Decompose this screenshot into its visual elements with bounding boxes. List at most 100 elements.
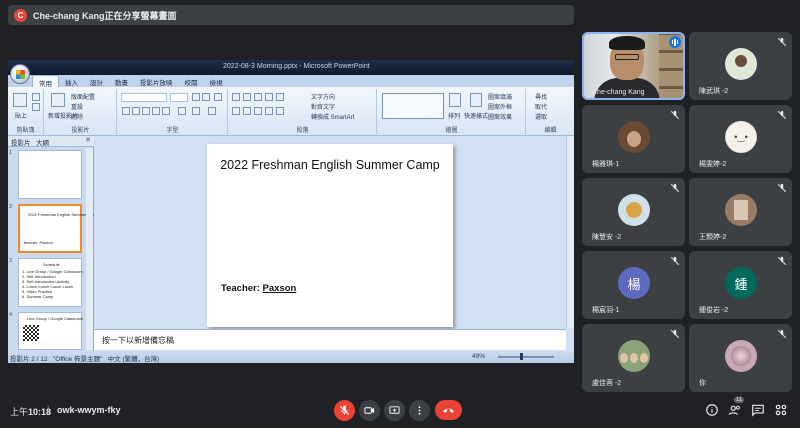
participant-name: 陳武琪 -2 — [699, 88, 729, 95]
columns-icon[interactable] — [276, 107, 284, 115]
participant-tile[interactable]: 楊 楊宸羽-1 — [582, 251, 685, 319]
ribbon-tab-animations[interactable]: 動畫 — [109, 75, 134, 87]
slide-edit-area: 2022 Freshman English Summer Camp Teache… — [94, 136, 566, 328]
meeting-info-icon[interactable] — [705, 403, 719, 417]
find-button[interactable]: 尋找 — [535, 92, 547, 101]
thumb-number: 1 — [9, 150, 13, 156]
underline-icon[interactable] — [142, 107, 150, 115]
teacher-label: Teacher: — [221, 283, 263, 294]
quick-styles-icon[interactable] — [470, 93, 482, 107]
people-icon[interactable] — [728, 403, 742, 417]
quick-styles-label[interactable]: 快速樣式 — [464, 111, 488, 120]
panel-scrollbar[interactable] — [86, 148, 93, 350]
align-left-icon[interactable] — [232, 107, 240, 115]
shape-fill-button[interactable]: 圖案填滿 — [488, 92, 512, 101]
font-size-field[interactable] — [170, 93, 188, 102]
panel-tab-outline[interactable]: 大綱 — [36, 137, 49, 147]
participant-tile-presenter[interactable]: Che-chang Kang — [582, 32, 685, 100]
mic-toggle-button[interactable] — [334, 400, 355, 421]
strikethrough-icon[interactable] — [152, 107, 160, 115]
activities-icon[interactable] — [774, 403, 788, 417]
change-case-icon[interactable] — [192, 107, 200, 115]
slide-thumbnail-2[interactable]: 2022 Freshman English Summer Camp Teache… — [18, 204, 98, 253]
current-slide[interactable]: 2022 Freshman English Summer Camp Teache… — [207, 144, 453, 327]
bold-icon[interactable] — [122, 107, 130, 115]
participant-name: 鍾俊岩 -2 — [699, 307, 729, 314]
line-spacing-icon[interactable] — [276, 93, 284, 101]
align-right-icon[interactable] — [254, 107, 262, 115]
justify-icon[interactable] — [265, 107, 273, 115]
shrink-font-icon[interactable] — [202, 93, 210, 101]
mic-off-icon — [670, 256, 680, 266]
ribbon-tab-design[interactable]: 設計 — [84, 75, 109, 87]
participant-tile-self[interactable]: 你 — [689, 324, 792, 392]
participant-tile[interactable]: •‿• 楊雯婷-2 — [689, 105, 792, 173]
office-button-icon[interactable] — [10, 64, 30, 84]
clear-format-icon[interactable] — [214, 93, 222, 101]
participant-tile[interactable]: 陳慧安 -2 — [582, 178, 685, 246]
align-text-button[interactable]: 對齊文字 — [311, 102, 335, 111]
ribbon-tab-home[interactable]: 常用 — [32, 75, 59, 88]
camera-toggle-button[interactable] — [359, 400, 380, 421]
zoom-slider[interactable] — [498, 356, 554, 358]
slide-thumbnail-4[interactable]: Line Group / Google Classroom — [18, 312, 83, 350]
cut-icon[interactable] — [32, 93, 40, 101]
participant-name: Che-chang Kang — [592, 89, 645, 96]
align-center-icon[interactable] — [243, 107, 251, 115]
select-button[interactable]: 選取 — [535, 112, 547, 121]
delete-button[interactable]: 刪除 — [71, 112, 83, 121]
notes-pane[interactable]: 按一下以新增備忘稿 — [94, 329, 566, 350]
replace-button[interactable]: 取代 — [535, 102, 547, 111]
arrange-label[interactable]: 排列 — [448, 111, 460, 120]
teacher-name: Paxson — [262, 283, 297, 294]
speaking-icon — [669, 36, 681, 48]
slide-thumbnail-3[interactable]: Schedule 1. Line Group / Google Classroo… — [18, 258, 83, 307]
more-options-button[interactable] — [409, 400, 430, 421]
participant-tile[interactable]: 楊雅琪-1 — [582, 105, 685, 173]
participant-tile[interactable]: 王顥婷-2 — [689, 178, 792, 246]
present-screen-button[interactable] — [384, 400, 405, 421]
shape-outline-button[interactable]: 圖案外框 — [488, 102, 512, 111]
copy-icon[interactable] — [32, 103, 40, 111]
font-name-field[interactable] — [121, 93, 167, 102]
increase-indent-icon[interactable] — [265, 93, 273, 101]
new-slide-icon[interactable] — [51, 93, 65, 107]
ppt-ribbon: 貼上 剪貼簿 新增投影片 版面配置 重設 刪除 投影片 字型 文字方向 對齊文字… — [8, 87, 574, 136]
grow-font-icon[interactable] — [192, 93, 200, 101]
italic-icon[interactable] — [132, 107, 140, 115]
zoom-slider-knob[interactable] — [520, 353, 523, 360]
mic-off-icon — [670, 329, 680, 339]
participant-tile[interactable]: 鍾 鍾俊岩 -2 — [689, 251, 792, 319]
smartart-button[interactable]: 轉換成 SmartArt — [311, 112, 354, 121]
slide-scrollbar[interactable] — [566, 136, 574, 328]
font-color-icon[interactable] — [208, 107, 216, 115]
mic-off-icon — [777, 329, 787, 339]
panel-tab-slides[interactable]: 投影片 — [11, 137, 31, 147]
text-direction-button[interactable]: 文字方向 — [311, 92, 335, 101]
char-spacing-icon[interactable] — [178, 107, 186, 115]
layout-button[interactable]: 版面配置 — [71, 92, 95, 101]
ribbon-tab-insert[interactable]: 插入 — [59, 75, 84, 87]
zoom-level[interactable]: 49% — [472, 353, 485, 360]
numbering-icon[interactable] — [243, 93, 251, 101]
ribbon-tab-slideshow[interactable]: 投影片放映 — [134, 75, 179, 87]
arrange-icon[interactable] — [449, 93, 461, 107]
decrease-indent-icon[interactable] — [254, 93, 262, 101]
chat-icon[interactable] — [751, 403, 765, 417]
thumb-text: Schedule — [43, 262, 60, 267]
paste-icon[interactable] — [13, 93, 27, 107]
participant-tile[interactable]: 盧佳蓉 -2 — [582, 324, 685, 392]
shadow-icon[interactable] — [162, 107, 170, 115]
slide-thumbnail-1[interactable] — [18, 150, 82, 199]
leave-call-button[interactable] — [435, 400, 462, 420]
reset-button[interactable]: 重設 — [71, 102, 83, 111]
participant-tile[interactable]: 陳武琪 -2 — [689, 32, 792, 100]
status-slide-pos: 投影片 2 / 12 — [10, 356, 48, 363]
panel-close-icon[interactable]: ✕ — [85, 136, 91, 144]
mic-off-icon — [777, 37, 787, 47]
shapes-gallery[interactable] — [382, 93, 444, 119]
bullets-icon[interactable] — [232, 93, 240, 101]
ribbon-tab-view[interactable]: 檢視 — [204, 75, 229, 87]
shape-effects-button[interactable]: 圖案效果 — [488, 112, 512, 121]
ribbon-tab-review[interactable]: 校閱 — [179, 75, 204, 87]
